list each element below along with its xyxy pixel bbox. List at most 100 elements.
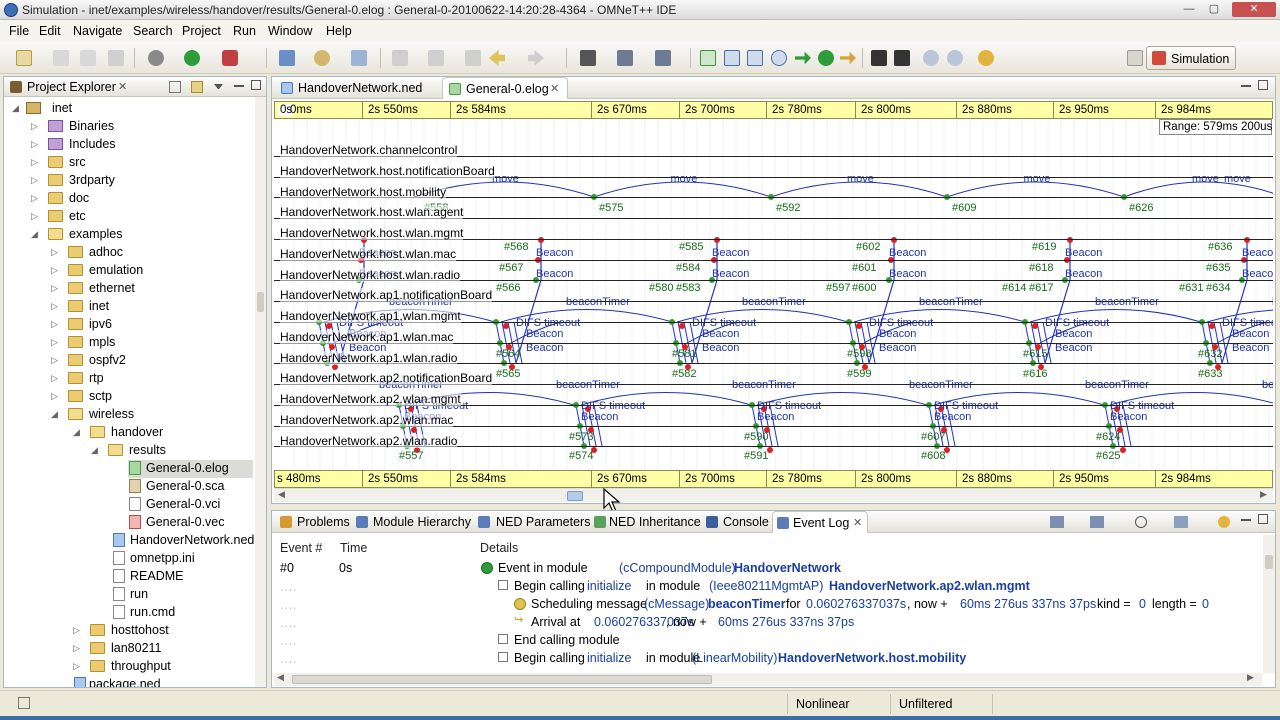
- expand-arrow-icon[interactable]: ▷: [31, 193, 38, 204]
- expand-arrow-icon[interactable]: ▷: [73, 661, 80, 672]
- next-annotation-icon[interactable]: [392, 50, 408, 66]
- tree-vertical-scrollbar[interactable]: [255, 97, 266, 687]
- tree-item-ethernet[interactable]: ▷ ethernet: [48, 280, 248, 298]
- zoom-out-icon[interactable]: [947, 50, 963, 66]
- table-row[interactable]: ‥‥ Begin calling initialize in module (I…: [272, 577, 1262, 595]
- tree-item-ipv6[interactable]: ▷ ipv6: [48, 316, 248, 334]
- tree-item-src[interactable]: ▷ src: [28, 154, 248, 172]
- tree-item-inet-examples[interactable]: ▷ inet: [48, 298, 248, 316]
- axis-label-ap2-wlan-mgmt[interactable]: HandoverNetwork.ap2.wlan.mgmt: [280, 392, 461, 406]
- event-log-horizontal-scrollbar[interactable]: ◀ ▶: [274, 672, 1262, 686]
- menu-edit[interactable]: Edit: [39, 24, 61, 38]
- chart-horizontal-scrollbar[interactable]: ◀ ▶: [274, 488, 1273, 502]
- event-log-vertical-scrollbar[interactable]: [1263, 535, 1275, 673]
- expand-arrow-icon[interactable]: ▷: [31, 157, 38, 168]
- axis-label-host-wlan-mgmt[interactable]: HandoverNetwork.host.wlan.mgmt: [280, 226, 464, 240]
- link-with-editor-icon[interactable]: [191, 81, 203, 93]
- fast-view-icon[interactable]: [18, 697, 30, 709]
- column-header-time[interactable]: Time: [340, 541, 367, 555]
- tree-item-includes[interactable]: ▷ Includes: [28, 136, 248, 154]
- expand-arrow-icon[interactable]: ▷: [51, 247, 58, 258]
- scroll-left-icon[interactable]: ◀: [277, 672, 284, 683]
- tree-item-general-0-sca[interactable]: General-0.sca: [128, 478, 253, 496]
- axis-label-ap1-wlan-mgmt[interactable]: HandoverNetwork.ap1.wlan.mgmt: [280, 309, 461, 323]
- collapse-arrow-icon[interactable]: ◢: [31, 229, 38, 240]
- self-message-icon[interactable]: [771, 50, 787, 66]
- column-header-event[interactable]: Event #: [280, 541, 322, 555]
- tab-console[interactable]: Console: [702, 511, 769, 533]
- axis-label-host-wlan-radio[interactable]: HandoverNetwork.host.wlan.radio: [280, 268, 461, 282]
- maximize-editor-icon[interactable]: [1258, 80, 1268, 90]
- tree-item-throughput[interactable]: ▷ throughput: [70, 658, 250, 676]
- scroll-right-icon[interactable]: ▶: [1260, 489, 1267, 500]
- tab-event-log[interactable]: Event Log ✕: [772, 511, 868, 533]
- minimize-view-icon[interactable]: [234, 85, 244, 87]
- menu-run[interactable]: Run: [233, 24, 256, 38]
- sequence-chart[interactable]: move move move move move move #575 #592 #609 #626…: [274, 101, 1273, 501]
- tree-item-rtp[interactable]: ▷ rtp: [48, 370, 248, 388]
- expand-arrow-icon[interactable]: ▷: [51, 391, 58, 402]
- maximize-button[interactable]: ▢: [1203, 2, 1225, 17]
- axis-label-host-wlan-mac[interactable]: HandoverNetwork.host.wlan.mac: [280, 247, 457, 261]
- axis-label-host-wlan-agent[interactable]: HandoverNetwork.host.wlan.agent: [280, 205, 464, 219]
- collapse-all-icon[interactable]: [169, 81, 181, 93]
- table-row[interactable]: ‥‥ Scheduling message (cMessage) beaconT…: [272, 595, 1262, 613]
- menu-project[interactable]: Project: [182, 24, 221, 38]
- tab-handovernetwork-ned[interactable]: HandoverNetwork.ned: [275, 77, 437, 99]
- tree-item-mpls[interactable]: ▷ mpls: [48, 334, 248, 352]
- menu-navigate[interactable]: Navigate: [73, 24, 122, 38]
- scrollbar-thumb[interactable]: [567, 491, 583, 501]
- axis-label-ap2-wlan-mac[interactable]: HandoverNetwork.ap2.wlan.mac: [280, 413, 454, 427]
- collapse-arrow-icon[interactable]: ◢: [73, 427, 80, 438]
- minimize-editor-icon[interactable]: [1241, 85, 1251, 87]
- tree-item-omnetpp-ini[interactable]: omnetpp.ini: [110, 550, 253, 568]
- show-message-names-icon[interactable]: [724, 50, 740, 66]
- column-header-details[interactable]: Details: [480, 541, 518, 555]
- tree-item-adhoc[interactable]: ▷ adhoc: [48, 244, 248, 262]
- expand-arrow-icon[interactable]: ▷: [31, 139, 38, 150]
- expand-arrow-icon[interactable]: ▷: [31, 121, 38, 132]
- goto-event-icon[interactable]: [1050, 516, 1064, 528]
- collapse-arrow-icon[interactable]: ◢: [51, 409, 58, 420]
- close-tab-icon[interactable]: ✕: [550, 82, 559, 95]
- expand-arrow-icon[interactable]: ▷: [51, 301, 58, 312]
- status-nonlinear[interactable]: Nonlinear: [787, 694, 888, 714]
- table-row[interactable]: #0 0s Event in module (cCompoundModule) …: [272, 559, 1262, 577]
- collapse-arrow-icon[interactable]: ◢: [91, 445, 98, 456]
- method-call-icon[interactable]: [818, 50, 834, 66]
- collapse-arrow-icon[interactable]: ◢: [12, 103, 19, 114]
- refresh-icon[interactable]: [1218, 516, 1230, 528]
- axis-label-channelcontrol[interactable]: HandoverNetwork.channelcontrol: [280, 143, 458, 157]
- axis-label-ap1-wlan-radio[interactable]: HandoverNetwork.ap1.wlan.radio: [280, 351, 458, 365]
- run-icon[interactable]: [184, 50, 200, 66]
- zoom-in-icon[interactable]: [923, 50, 939, 66]
- filter-mode-icon[interactable]: [1174, 516, 1188, 528]
- menu-help[interactable]: Help: [326, 24, 352, 38]
- new-icon[interactable]: [16, 50, 32, 66]
- expand-arrow-icon[interactable]: ▷: [73, 643, 80, 654]
- zero-time-icon[interactable]: [840, 51, 856, 65]
- print-icon[interactable]: [108, 50, 124, 66]
- tree-item-readme[interactable]: README: [110, 568, 253, 586]
- goto-message-icon[interactable]: [1090, 516, 1104, 528]
- expand-arrow-icon[interactable]: ▷: [51, 283, 58, 294]
- tree-item-examples[interactable]: ◢ examples: [28, 226, 248, 244]
- tree-item-handovernetwork-ned[interactable]: HandoverNetwork.ned: [110, 532, 254, 550]
- maximize-panel-icon[interactable]: [1258, 514, 1268, 524]
- menu-file[interactable]: File: [9, 24, 29, 38]
- save-all-icon[interactable]: [80, 50, 96, 66]
- back-arrow-icon[interactable]: [489, 50, 505, 66]
- last-edit-icon[interactable]: [465, 50, 481, 66]
- expand-arrow-icon[interactable]: ▷: [51, 265, 58, 276]
- minimize-panel-icon[interactable]: [1241, 519, 1251, 521]
- debug-icon[interactable]: [222, 50, 238, 66]
- expand-arrow-icon[interactable]: ▷: [51, 373, 58, 384]
- columns-icon[interactable]: [580, 50, 596, 66]
- axis-label-ap1-notificationboard[interactable]: HandoverNetwork.ap1.notificationBoard: [280, 288, 493, 302]
- display-mode-icon[interactable]: [1135, 516, 1147, 528]
- save-icon[interactable]: [53, 50, 69, 66]
- axis-spacing-decrease-icon[interactable]: [894, 50, 910, 66]
- tab-problems[interactable]: Problems: [275, 511, 351, 533]
- build-icon[interactable]: [148, 50, 164, 66]
- tab-general-0-elog[interactable]: General-0.elog ✕: [442, 77, 568, 99]
